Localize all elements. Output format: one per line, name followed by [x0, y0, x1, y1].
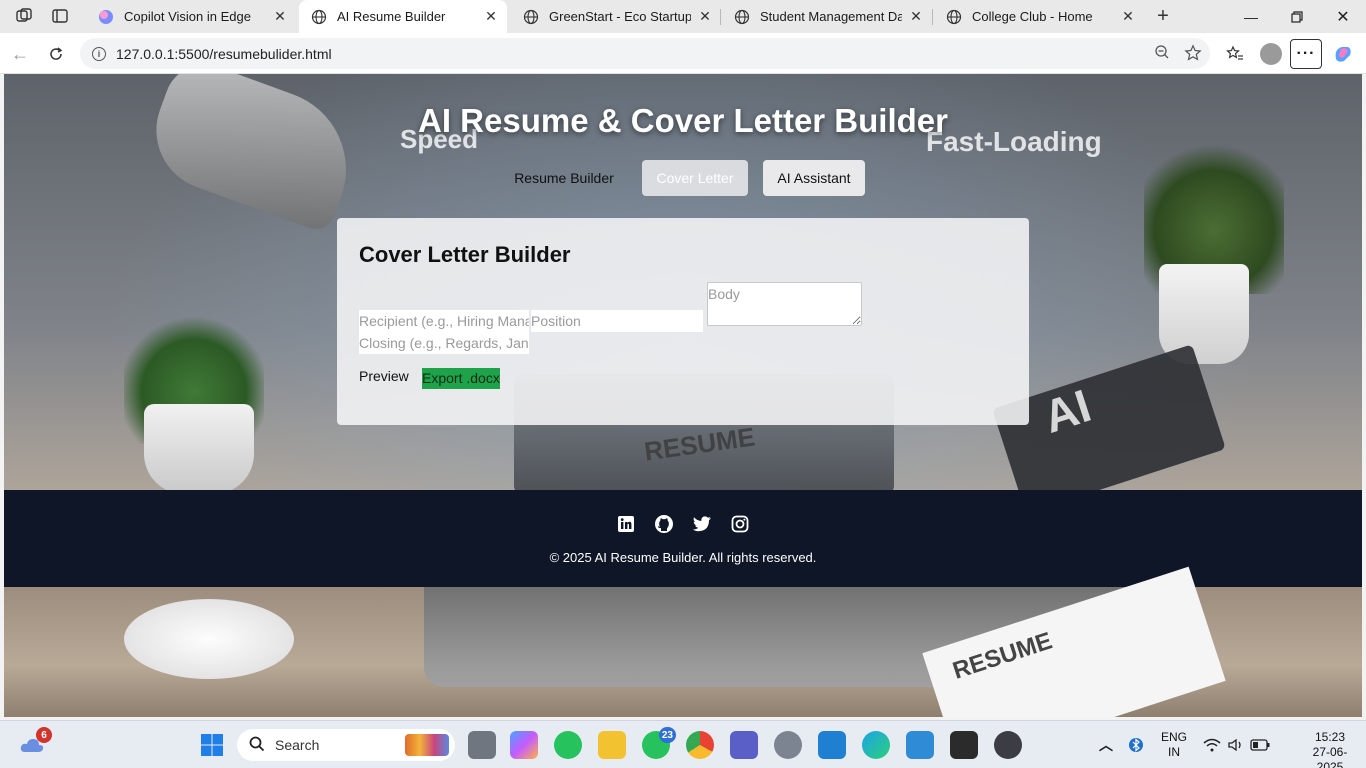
terminal-icon[interactable] — [950, 731, 978, 759]
copilot-icon — [98, 9, 114, 25]
address-bar-row: ← i 127.0.0.1:5500/resumebulider.html ··… — [0, 33, 1366, 74]
copilot-icon[interactable] — [1330, 41, 1356, 67]
copilot-app-icon[interactable] — [510, 731, 538, 759]
clock-time: 15:23 — [1314, 730, 1346, 744]
tab-title: GreenStart - Eco Startup Lan — [549, 9, 691, 24]
settings-icon[interactable] — [774, 731, 802, 759]
globe-icon — [523, 9, 539, 25]
photos-icon[interactable] — [906, 731, 934, 759]
section-nav: Resume Builder Cover Letter AI Assistant — [4, 160, 1362, 196]
tab-title: Copilot Vision in Edge — [124, 9, 251, 24]
vscode-icon[interactable] — [818, 731, 846, 759]
tab-separator — [720, 9, 721, 25]
profile-avatar[interactable] — [1258, 41, 1284, 67]
closing-input[interactable] — [359, 332, 529, 354]
more-options-button[interactable]: ··· — [1290, 39, 1322, 69]
nav-ai-assistant[interactable]: AI Assistant — [763, 160, 865, 196]
github-icon[interactable] — [654, 514, 674, 534]
whatsapp-badge: 23 — [658, 727, 676, 743]
close-icon[interactable]: ✕ — [908, 8, 924, 25]
preview-button[interactable]: Preview — [359, 368, 409, 384]
tab-title: Student Management Dashb — [760, 9, 902, 24]
site-info-icon[interactable]: i — [92, 46, 106, 61]
recipient-input[interactable] — [359, 310, 529, 332]
edge-icon[interactable] — [862, 731, 890, 759]
close-icon[interactable]: ✕ — [697, 8, 713, 25]
page-title: AI Resume & Cover Letter Builder — [418, 102, 948, 139]
close-icon[interactable]: ✕ — [483, 8, 499, 25]
globe-icon — [946, 9, 962, 25]
background-pot — [1159, 264, 1249, 364]
nav-cover-letter[interactable]: Cover Letter — [642, 160, 748, 196]
search-icon — [249, 736, 265, 755]
social-links — [4, 514, 1362, 534]
body-textarea[interactable] — [707, 282, 862, 326]
windows-start-icon[interactable] — [198, 731, 226, 759]
clock-date: 27-06-2025 — [1312, 745, 1348, 768]
language-label: ENG — [1160, 730, 1187, 744]
reload-icon[interactable] — [42, 41, 70, 67]
chevron-up-icon[interactable]: ︿ — [1092, 731, 1120, 759]
twitter-icon[interactable] — [692, 514, 712, 534]
windows-taskbar: 6 Search 23 ︿ ENG IN 15:23 27-06-2025 — [0, 720, 1366, 768]
background-pot — [144, 404, 254, 494]
taskbar-search[interactable]: Search — [237, 729, 455, 761]
clock[interactable]: 15:23 27-06-2025 — [1300, 730, 1360, 768]
linkedin-icon[interactable] — [616, 514, 636, 534]
globe-icon — [734, 9, 750, 25]
weather-badge: 6 — [36, 727, 52, 743]
new-tab-icon[interactable]: + — [1151, 4, 1175, 28]
teams-icon[interactable] — [730, 731, 758, 759]
workspaces-icon[interactable] — [12, 4, 36, 28]
close-icon[interactable]: ✕ — [1120, 8, 1136, 25]
minimize-icon[interactable]: — — [1228, 0, 1274, 33]
page-viewport: Speed Fast-Loading RESUME AI AI Resume &… — [4, 74, 1362, 717]
favorite-star-icon[interactable] — [1184, 44, 1202, 67]
weather-icon[interactable]: 6 — [18, 727, 52, 759]
language-indicator[interactable]: ENG IN — [1152, 730, 1196, 760]
background-cup — [124, 599, 294, 679]
tab-college-club[interactable]: College Club - Home ✕ — [934, 0, 1144, 33]
restore-icon[interactable] — [1274, 0, 1320, 33]
instagram-icon[interactable] — [730, 514, 750, 534]
url-text: 127.0.0.1:5500/resumebulider.html — [116, 45, 332, 62]
search-label: Search — [275, 737, 320, 753]
whatsapp-business-icon[interactable]: 23 — [642, 727, 676, 759]
cover-letter-card: Cover Letter Builder Preview Export .doc… — [337, 218, 1029, 425]
background-lamp — [139, 74, 369, 235]
position-input[interactable] — [531, 310, 703, 332]
region-label: IN — [1168, 745, 1180, 759]
browser-tab-bar: Copilot Vision in Edge ✕ AI Resume Build… — [0, 0, 1366, 33]
tab-ai-resume-builder[interactable]: AI Resume Builder ✕ — [299, 0, 507, 33]
tab-separator — [932, 9, 933, 25]
globe-icon — [311, 9, 327, 25]
page-footer: © 2025 AI Resume Builder. All rights res… — [4, 490, 1362, 587]
chrome-icon[interactable] — [686, 731, 714, 759]
file-explorer-icon[interactable] — [598, 731, 626, 759]
lower-background: RESUME — [4, 566, 1362, 717]
tab-title: AI Resume Builder — [337, 9, 446, 24]
card-heading: Cover Letter Builder — [359, 242, 571, 267]
search-highlight-image — [405, 734, 449, 756]
close-window-icon[interactable]: ✕ — [1320, 0, 1366, 33]
back-icon[interactable]: ← — [6, 41, 34, 67]
url-field[interactable]: i 127.0.0.1:5500/resumebulider.html — [80, 38, 1210, 69]
tab-student-management[interactable]: Student Management Dashb ✕ — [722, 0, 932, 33]
battery-icon[interactable] — [1246, 731, 1274, 759]
nav-resume-builder[interactable]: Resume Builder — [504, 160, 624, 196]
copyright-text: © 2025 AI Resume Builder. All rights res… — [549, 550, 817, 565]
task-view-icon[interactable] — [468, 731, 496, 759]
tab-copilot-vision[interactable]: Copilot Vision in Edge ✕ — [86, 0, 296, 33]
tab-greenstart[interactable]: GreenStart - Eco Startup Lan ✕ — [511, 0, 721, 33]
export-docx-button[interactable]: Export .docx — [422, 368, 500, 389]
tab-title: College Club - Home — [972, 9, 1093, 24]
favorites-icon[interactable] — [1222, 41, 1248, 67]
bluetooth-icon[interactable] — [1122, 731, 1150, 759]
zoom-icon[interactable] — [1154, 44, 1170, 67]
whatsapp-icon[interactable] — [554, 731, 582, 759]
media-player-icon[interactable] — [994, 731, 1022, 759]
tab-actions-icon[interactable] — [48, 4, 72, 28]
close-icon[interactable]: ✕ — [272, 8, 288, 25]
